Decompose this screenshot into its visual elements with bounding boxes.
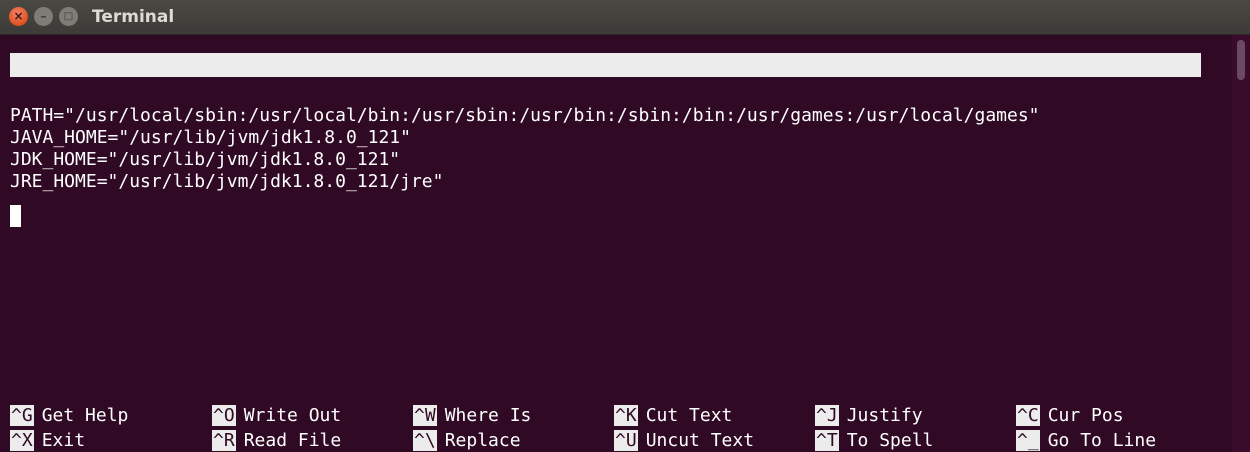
scrollbar-thumb[interactable] bbox=[1237, 40, 1245, 80]
shortcut-label: Cur Pos bbox=[1047, 405, 1124, 426]
shortcut-key: ^\ bbox=[413, 430, 437, 451]
shortcut-key: ^K bbox=[614, 405, 638, 426]
text-line[interactable]: JAVA_HOME="/usr/lib/jvm/jdk1.8.0_121" bbox=[10, 127, 411, 149]
shortcut-key: ^T bbox=[815, 430, 839, 451]
shortcut-label: Replace bbox=[444, 430, 521, 451]
shortcut-where-is[interactable]: ^W Where Is bbox=[413, 404, 531, 427]
shortcut-read-file[interactable]: ^R Read File bbox=[212, 429, 341, 452]
text-cursor bbox=[10, 205, 21, 227]
shortcut-key: ^G bbox=[10, 405, 34, 426]
scrollbar[interactable] bbox=[1232, 35, 1250, 452]
shortcut-cut-text[interactable]: ^K Cut Text bbox=[614, 404, 732, 427]
maximize-icon[interactable]: □ bbox=[59, 7, 78, 26]
shortcut-label: Write Out bbox=[243, 405, 342, 426]
shortcut-label: Exit bbox=[41, 430, 86, 451]
shortcut-replace[interactable]: ^\ Replace bbox=[413, 429, 521, 452]
window-title: Terminal bbox=[92, 7, 175, 27]
shortcut-get-help[interactable]: ^G Get Help bbox=[10, 404, 128, 427]
shortcut-label: Read File bbox=[243, 430, 342, 451]
shortcut-key: ^_ bbox=[1016, 430, 1040, 451]
shortcut-key: ^X bbox=[10, 430, 34, 451]
shortcut-to-spell[interactable]: ^T To Spell bbox=[815, 429, 933, 452]
shortcut-label: Get Help bbox=[41, 405, 129, 426]
shortcut-label: Where Is bbox=[444, 405, 532, 426]
shortcut-key: ^R bbox=[212, 430, 236, 451]
shortcut-exit[interactable]: ^X Exit bbox=[10, 429, 85, 452]
shortcut-label: Go To Line bbox=[1047, 430, 1157, 451]
shortcut-key: ^O bbox=[212, 405, 236, 426]
text-line[interactable]: PATH="/usr/local/sbin:/usr/local/bin:/us… bbox=[10, 105, 1040, 127]
window-titlebar[interactable]: × – □ Terminal bbox=[0, 0, 1250, 35]
shortcut-label: Uncut Text bbox=[645, 430, 755, 451]
close-icon[interactable]: × bbox=[9, 7, 28, 26]
shortcut-key: ^C bbox=[1016, 405, 1040, 426]
shortcut-go-to-line[interactable]: ^_ Go To Line bbox=[1016, 429, 1156, 452]
shortcut-key: ^W bbox=[413, 405, 437, 426]
minimize-icon[interactable]: – bbox=[34, 7, 53, 26]
shortcut-label: Justify bbox=[846, 405, 923, 426]
nano-header-bar: GNU nano 2.5.3 File: /etc/environment Mo… bbox=[10, 53, 1201, 147]
shortcut-justify[interactable]: ^J Justify bbox=[815, 404, 923, 427]
nano-version: GNU nano 2.5.3 bbox=[37, 78, 189, 99]
shortcut-write-out[interactable]: ^O Write Out bbox=[212, 404, 341, 427]
shortcut-key: ^J bbox=[815, 405, 839, 426]
shortcut-label: To Spell bbox=[846, 430, 934, 451]
terminal-area[interactable]: GNU nano 2.5.3 File: /etc/environment Mo… bbox=[0, 35, 1232, 452]
text-line[interactable]: JDK_HOME="/usr/lib/jvm/jdk1.8.0_121" bbox=[10, 149, 400, 171]
shortcut-uncut-text[interactable]: ^U Uncut Text bbox=[614, 429, 754, 452]
shortcut-key: ^U bbox=[614, 430, 638, 451]
shortcut-label: Cut Text bbox=[645, 405, 733, 426]
text-line[interactable]: JRE_HOME="/usr/lib/jvm/jdk1.8.0_121/jre" bbox=[10, 171, 443, 193]
shortcut-cur-pos[interactable]: ^C Cur Pos bbox=[1016, 404, 1124, 427]
modified-status: Modified bbox=[1112, 126, 1199, 147]
